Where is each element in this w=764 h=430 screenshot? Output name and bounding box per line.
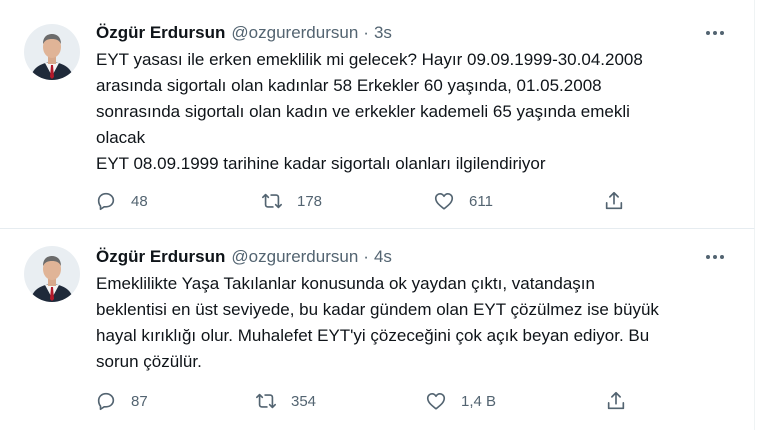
tweet-header: Özgür Erdursun @ozgurerdursun · 3s bbox=[96, 21, 392, 45]
ellipsis-icon bbox=[706, 31, 724, 35]
tweet-actions: 48 178 611 bbox=[95, 190, 635, 214]
retweet-icon bbox=[262, 193, 282, 209]
retweet-icon bbox=[256, 393, 276, 409]
tweet-text-line: hayal kırıklığı olur. Muhalefet EYT'yi ç… bbox=[96, 326, 650, 345]
tweet[interactable]: Özgür Erdursun @ozgurerdursun · 3s EYT y… bbox=[0, 0, 755, 229]
author-handle[interactable]: @ozgurerdursun bbox=[231, 23, 358, 43]
tweet-text-line: EYT 08.09.1999 tarihine kadar sigortalı … bbox=[96, 154, 546, 173]
tweet-header: Özgür Erdursun @ozgurerdursun · 4s bbox=[96, 245, 392, 269]
retweet-button[interactable]: 178 bbox=[261, 190, 322, 212]
tweet-timestamp[interactable]: 4s bbox=[374, 247, 392, 267]
tweet-text-line: Emeklilikte Yaşa Takılanlar konusunda ok… bbox=[96, 274, 595, 293]
separator-dot: · bbox=[363, 247, 369, 266]
like-count: 1,4 B bbox=[461, 392, 497, 410]
tweet-text-line: sonrasında sigortalı olan kadın ve erkek… bbox=[96, 102, 630, 121]
tweet-text-line: arasında sigortalı olan kadınlar 58 Erke… bbox=[96, 76, 602, 95]
share-button[interactable] bbox=[603, 190, 625, 212]
avatar[interactable] bbox=[24, 24, 80, 80]
author-name[interactable]: Özgür Erdursun bbox=[96, 23, 225, 43]
like-button[interactable]: 1,4 B bbox=[425, 390, 496, 412]
tweet-actions: 87 354 1,4 B bbox=[95, 390, 635, 414]
heart-icon bbox=[426, 393, 446, 410]
more-options-button[interactable] bbox=[700, 245, 730, 269]
like-count: 611 bbox=[469, 192, 493, 210]
tweet-text-line: olacak bbox=[96, 128, 146, 147]
retweet-count: 178 bbox=[297, 192, 323, 210]
share-icon bbox=[607, 391, 625, 410]
more-options-button[interactable] bbox=[700, 21, 730, 45]
reply-icon bbox=[97, 392, 115, 411]
tweet-text-line: sorun çözülür. bbox=[96, 352, 202, 371]
profile-photo-icon bbox=[24, 246, 80, 302]
ellipsis-icon bbox=[706, 255, 724, 259]
heart-icon bbox=[434, 193, 454, 210]
tweet-text-line: EYT yasası ile erken emeklilik mi gelece… bbox=[96, 50, 643, 69]
reply-count: 87 bbox=[131, 392, 148, 410]
tweet-timestamp[interactable]: 3s bbox=[374, 23, 392, 43]
profile-photo-icon bbox=[24, 24, 80, 80]
author-handle[interactable]: @ozgurerdursun bbox=[231, 247, 358, 267]
tweet-text-line: beklentisi en üst seviyede, bu kadar gün… bbox=[96, 300, 659, 319]
reply-icon bbox=[97, 192, 115, 211]
tweet-feed: Özgür Erdursun @ozgurerdursun · 3s EYT y… bbox=[0, 0, 764, 430]
tweet-text: Emeklilikte Yaşa Takılanlar konusunda ok… bbox=[96, 271, 731, 375]
reply-count: 48 bbox=[131, 192, 148, 210]
separator-dot: · bbox=[363, 23, 369, 42]
author-name[interactable]: Özgür Erdursun bbox=[96, 247, 225, 267]
like-button[interactable]: 611 bbox=[433, 190, 493, 212]
tweet[interactable]: Özgür Erdursun @ozgurerdursun · 4s Emekl… bbox=[0, 229, 755, 430]
reply-button[interactable]: 48 bbox=[95, 190, 148, 212]
reply-button[interactable]: 87 bbox=[95, 390, 148, 412]
retweet-count: 354 bbox=[291, 392, 317, 410]
avatar[interactable] bbox=[24, 246, 80, 302]
retweet-button[interactable]: 354 bbox=[255, 390, 316, 412]
tweet-text: EYT yasası ile erken emeklilik mi gelece… bbox=[96, 47, 731, 177]
share-icon bbox=[605, 191, 623, 210]
share-button[interactable] bbox=[605, 390, 627, 412]
